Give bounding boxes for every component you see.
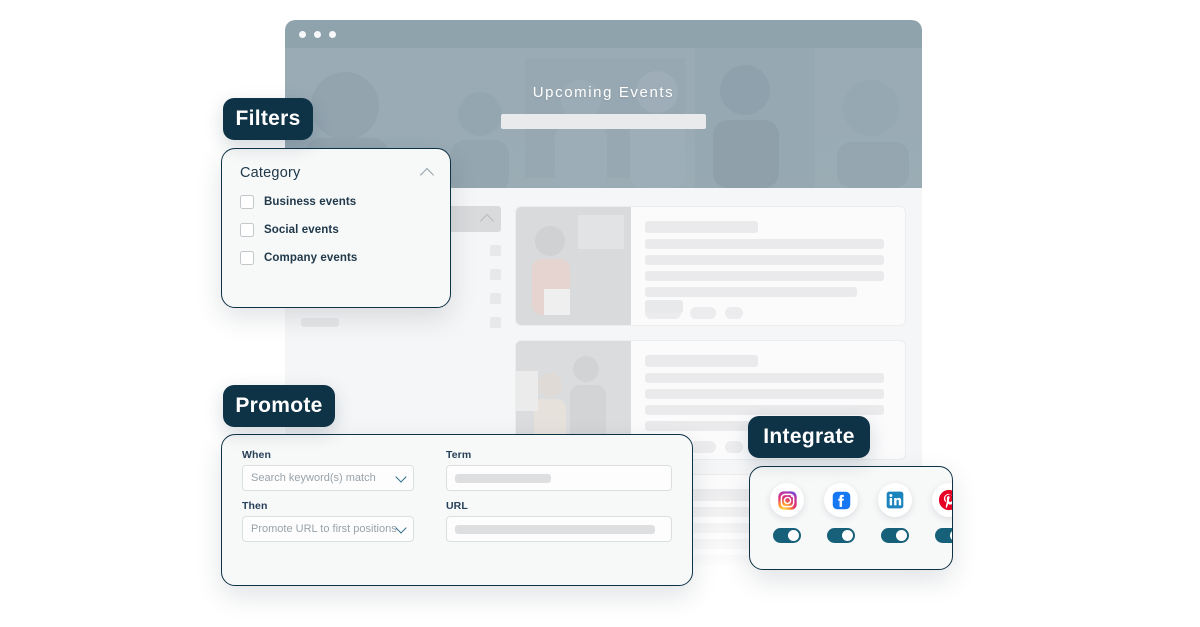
field-label: URL	[446, 500, 468, 512]
filter-option-label: Social events	[264, 224, 339, 236]
filter-option-business-events[interactable]: Business events	[240, 195, 432, 209]
channel-pinterest	[932, 483, 952, 543]
facebook-toggle[interactable]	[827, 528, 855, 543]
channel-linkedin	[878, 483, 912, 543]
filters-panel: Category Business events Social events C…	[221, 148, 451, 308]
skeleton-event-card[interactable]	[515, 206, 906, 326]
chevron-down-icon[interactable]	[395, 470, 407, 483]
category-group-header[interactable]: Category	[240, 165, 435, 183]
filter-option-company-events[interactable]: Company events	[240, 251, 432, 265]
filter-option-label: Business events	[264, 196, 357, 208]
facebook-icon[interactable]	[824, 483, 858, 517]
badge-promote: Promote	[223, 385, 335, 427]
channel-instagram	[770, 483, 804, 543]
field-label: Then	[242, 500, 268, 512]
category-title: Category	[240, 165, 301, 181]
when-select-placeholder: Search keyword(s) match	[251, 472, 376, 484]
pinterest-icon[interactable]	[932, 483, 952, 517]
instagram-icon[interactable]	[770, 483, 804, 517]
field-then: Then Promote URL to first positions	[242, 500, 414, 542]
chevron-down-icon[interactable]	[395, 521, 407, 534]
checkbox[interactable]	[240, 251, 254, 265]
checkbox[interactable]	[240, 195, 254, 209]
url-input-value	[455, 524, 655, 534]
field-term: Term	[446, 449, 672, 491]
badge-integrate: Integrate	[748, 416, 870, 458]
mockup-stage: Upcoming Events Filters Promote Integrat…	[0, 0, 1200, 627]
window-dot-minimize[interactable]	[314, 30, 321, 38]
window-dot-close[interactable]	[299, 30, 306, 38]
field-when: When Search keyword(s) match	[242, 449, 414, 491]
then-select[interactable]: Promote URL to first positions	[242, 516, 414, 542]
pinterest-toggle[interactable]	[935, 528, 952, 543]
when-select[interactable]: Search keyword(s) match	[242, 465, 414, 491]
promote-panel: When Search keyword(s) match Term Then P…	[221, 434, 693, 586]
linkedin-toggle[interactable]	[881, 528, 909, 543]
badge-filters: Filters	[223, 98, 313, 140]
skeleton-card-thumbnail	[516, 207, 631, 325]
then-select-placeholder: Promote URL to first positions	[251, 523, 397, 535]
instagram-toggle[interactable]	[773, 528, 801, 543]
filter-option-label: Company events	[264, 252, 358, 264]
term-input[interactable]	[446, 465, 672, 491]
term-input-value	[455, 473, 551, 483]
channel-facebook	[824, 483, 858, 543]
field-label: When	[242, 449, 271, 461]
hero-title: Upcoming Events	[532, 84, 675, 101]
skeleton-card-body	[631, 207, 905, 325]
field-label: Term	[446, 449, 472, 461]
url-input[interactable]	[446, 516, 672, 542]
integrate-panel	[749, 466, 953, 570]
linkedin-icon[interactable]	[878, 483, 912, 517]
skeleton-filter-row	[301, 317, 501, 328]
chevron-up-icon	[479, 213, 495, 229]
browser-title-bar	[285, 20, 922, 48]
field-url: URL	[446, 500, 672, 542]
chevron-up-icon[interactable]	[419, 167, 435, 183]
checkbox[interactable]	[240, 223, 254, 237]
filter-option-social-events[interactable]: Social events	[240, 223, 432, 237]
window-dot-maximize[interactable]	[329, 30, 336, 38]
hero-search-input[interactable]	[501, 114, 706, 129]
